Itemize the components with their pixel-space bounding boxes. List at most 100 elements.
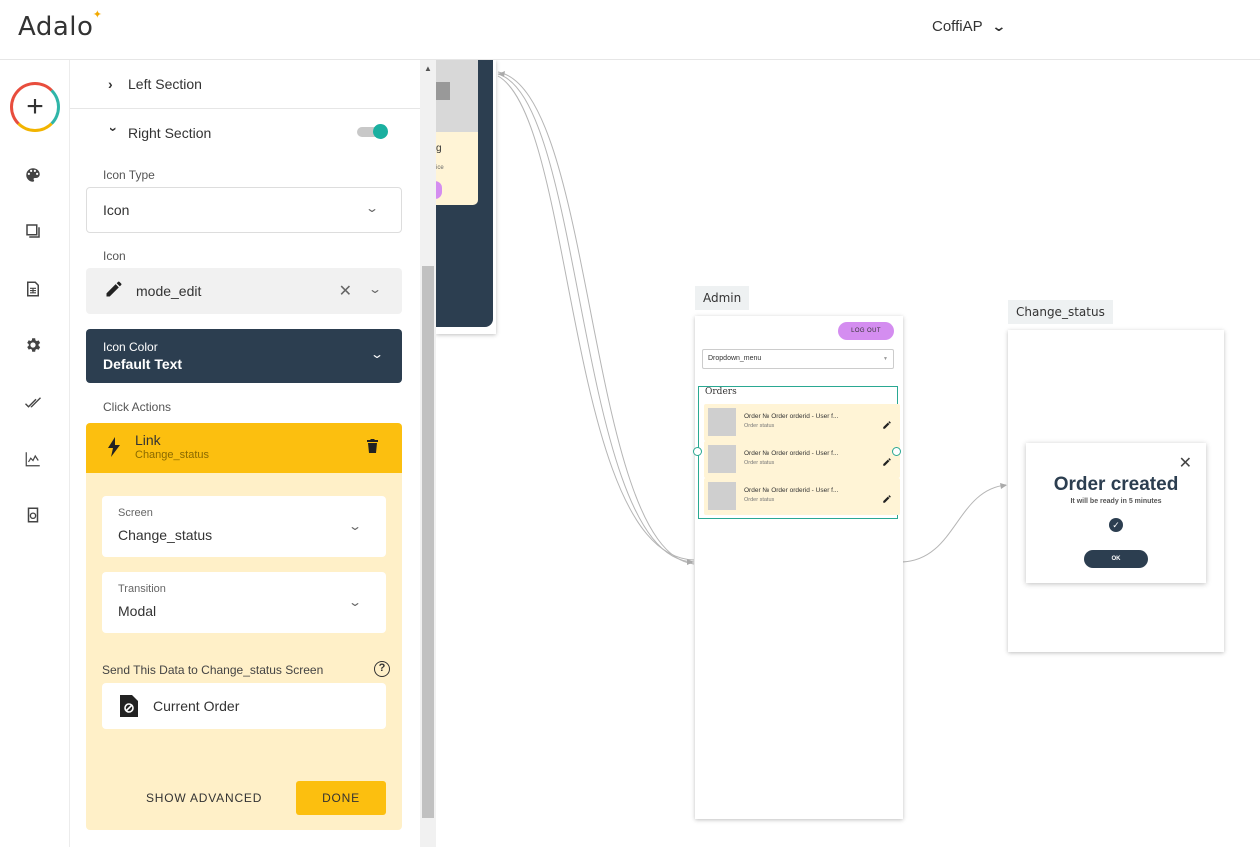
item-subtitle: Order status	[744, 423, 775, 429]
icon-label: Icon	[103, 249, 126, 263]
left-toolbar: +	[0, 60, 70, 847]
clear-icon[interactable]: ✕	[339, 281, 352, 301]
card-title: g	[436, 143, 442, 154]
check-circle-icon: ✓	[1109, 518, 1123, 532]
list-item[interactable]: Order № Order orderid - User f... Order …	[704, 478, 900, 515]
right-section-toggle[interactable]	[357, 124, 388, 139]
close-icon[interactable]: ✕	[1179, 453, 1192, 473]
chevron-down-icon: ⌄	[990, 18, 1007, 34]
previous-screen-thumbnail[interactable]: g ice	[436, 60, 496, 334]
chevron-down-icon[interactable]: ⌄	[368, 282, 382, 296]
dropdown-arrow-icon: ▼	[883, 356, 888, 362]
screen-select[interactable]: Screen Change_status ⌄	[102, 496, 386, 557]
icon-type-value: Icon	[103, 202, 130, 218]
scroll-up-arrow-icon[interactable]: ▲	[424, 64, 432, 73]
image-icon	[436, 82, 450, 100]
dropdown-menu[interactable]: Dropdown_menu ▼	[702, 349, 894, 369]
icon-picker[interactable]: mode_edit ✕ ⌄	[86, 268, 402, 314]
dropdown-label: Dropdown_menu	[708, 355, 762, 362]
item-image	[708, 482, 736, 510]
adalo-logo[interactable]: Adalo ✦	[18, 8, 102, 42]
database-icon[interactable]	[22, 278, 44, 300]
orders-list[interactable]: Orders Order № Order orderid - User f...…	[698, 386, 900, 519]
screen-value: Change_status	[118, 527, 213, 543]
pencil-icon[interactable]	[882, 417, 892, 435]
help-icon[interactable]: ?	[374, 661, 390, 677]
modal-title: Order created	[1053, 474, 1179, 495]
app-switcher[interactable]: CoffiAP ⌄	[932, 18, 1007, 35]
transition-select[interactable]: Transition Modal ⌄	[102, 572, 386, 633]
component-properties-panel: › Left Section › Right Section Icon Type…	[70, 60, 420, 847]
item-image	[708, 408, 736, 436]
order-created-modal: ✕ Order created It will be ready in 5 mi…	[1026, 443, 1206, 583]
logout-button[interactable]: LOG OUT	[838, 322, 894, 340]
item-title: Order № Order orderid - User f...	[744, 450, 839, 457]
publish-check-icon[interactable]	[22, 392, 44, 414]
item-subtitle: Order status	[744, 460, 775, 466]
action-title: Link	[135, 432, 161, 448]
right-section-label: Right Section	[128, 125, 212, 141]
marketplace-icon[interactable]	[22, 504, 44, 526]
change-status-screen-tag[interactable]: Change_status	[1008, 300, 1113, 324]
send-data-select[interactable]: Current Order	[102, 683, 386, 729]
list-item[interactable]: Order № Order orderid - User f... Order …	[704, 441, 900, 478]
icon-value: mode_edit	[136, 283, 202, 299]
screen-label: Screen	[118, 507, 153, 519]
resize-handle-left[interactable]	[693, 447, 702, 456]
logo-spark-icon: ✦	[92, 8, 103, 21]
linked-record-icon	[120, 695, 138, 720]
click-actions-label: Click Actions	[103, 400, 172, 414]
chevron-down-icon: ⌄	[347, 595, 363, 609]
chevron-down-icon: ⌄	[347, 519, 363, 533]
chevron-right-icon: ›	[108, 76, 113, 92]
icon-color-select[interactable]: Icon Color Default Text ⌄	[86, 329, 402, 383]
link-action-header[interactable]: Link Change_status	[86, 423, 402, 473]
action-subtitle: Change_status	[135, 449, 209, 461]
done-button[interactable]: DONE	[296, 781, 386, 815]
link-action-body: Screen Change_status ⌄ Transition Modal …	[86, 473, 402, 830]
icon-color-value: Default Text	[103, 356, 183, 372]
icon-type-label: Icon Type	[103, 168, 155, 182]
add-component-button[interactable]: +	[10, 82, 60, 132]
change-status-screen[interactable]: ✕ Order created It will be ready in 5 mi…	[1008, 330, 1224, 652]
icon-type-select[interactable]: Icon ⌄	[86, 187, 402, 233]
resize-handle-right[interactable]	[892, 447, 901, 456]
send-data-value: Current Order	[153, 698, 240, 714]
palette-icon[interactable]	[22, 164, 44, 186]
send-data-label: Send This Data to Change_status Screen	[102, 663, 324, 677]
app-name: CoffiAP	[932, 18, 983, 35]
list-item[interactable]: Order № Order orderid - User f... Order …	[704, 404, 900, 441]
icon-color-label: Icon Color	[103, 340, 158, 354]
item-title: Order № Order orderid - User f...	[744, 487, 839, 494]
logo-text: Adalo	[18, 12, 94, 42]
pencil-icon[interactable]	[882, 491, 892, 509]
transition-label: Transition	[118, 583, 166, 595]
chevron-down-icon: ›	[106, 127, 122, 132]
transition-value: Modal	[118, 603, 157, 619]
item-image	[708, 445, 736, 473]
trash-icon[interactable]	[367, 439, 378, 458]
chevron-down-icon: ⌄	[364, 201, 380, 215]
modal-subtitle: It will be ready in 5 minutes	[1070, 498, 1162, 505]
lightning-icon	[108, 437, 120, 462]
admin-screen-tag[interactable]: Admin	[695, 286, 750, 310]
show-advanced-button[interactable]: SHOW ADVANCED	[146, 791, 262, 805]
left-section-label: Left Section	[128, 76, 202, 92]
analytics-icon[interactable]	[22, 448, 44, 470]
screens-icon[interactable]	[22, 220, 44, 242]
pencil-icon	[104, 279, 124, 302]
item-title: Order № Order orderid - User f...	[744, 413, 839, 420]
toggle-knob	[373, 124, 388, 139]
item-subtitle: Order status	[744, 497, 775, 503]
top-bar: Adalo ✦ CoffiAP ⌄	[0, 0, 1260, 60]
admin-screen[interactable]: LOG OUT Dropdown_menu ▼ Orders Order № O…	[693, 316, 903, 819]
builder-canvas[interactable]: g ice Admin LOG OUT Dropdown_menu ▼ Orde…	[436, 60, 1260, 847]
card-text: ice	[436, 165, 444, 171]
panel-scroll-thumb[interactable]	[422, 266, 434, 818]
left-section-row[interactable]: › Left Section	[70, 60, 420, 108]
gear-icon[interactable]	[22, 334, 44, 356]
pencil-icon[interactable]	[882, 454, 892, 472]
orders-title: Orders	[705, 387, 737, 397]
ok-button[interactable]: OK	[1084, 550, 1148, 568]
chevron-down-icon: ⌄	[369, 347, 385, 361]
